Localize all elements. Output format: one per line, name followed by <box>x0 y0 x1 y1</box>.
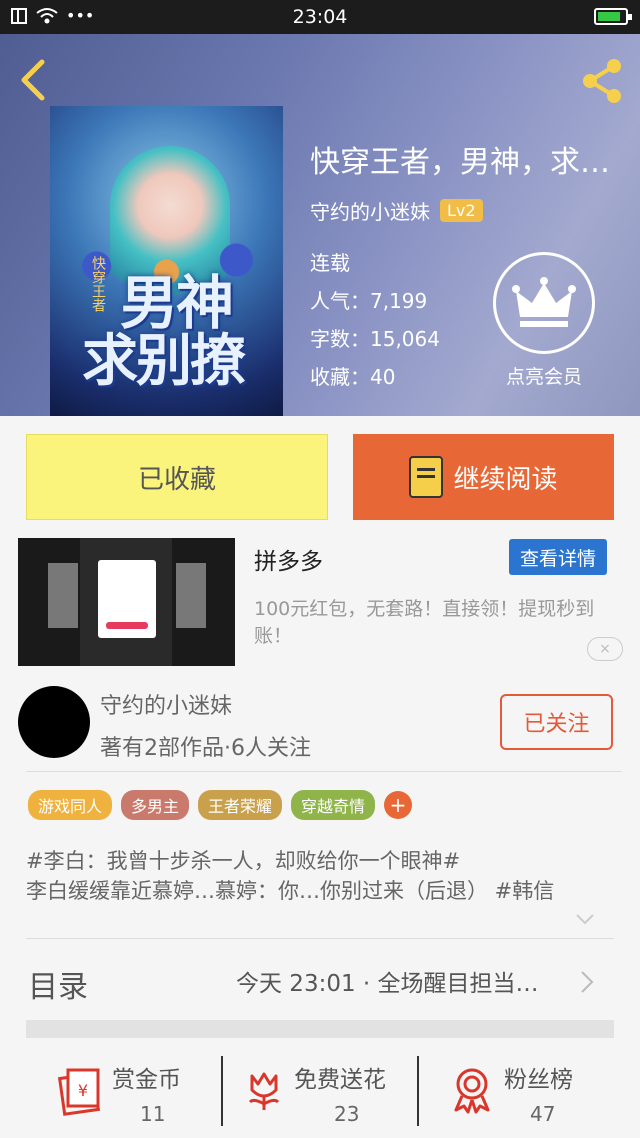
share-icon[interactable] <box>578 56 626 106</box>
action-buttons: 已收藏 继续阅读 <box>0 416 640 532</box>
ad-banner[interactable]: 拼多多 查看详情 100元红包，无套路！直接领！提现秒到账！ × <box>0 532 640 672</box>
author-stats: 著有2部作品·6人关注 <box>100 736 311 761</box>
ad-title: 拼多多 <box>254 549 323 575</box>
book-meta: 连载 人气：7,199 字数：15,064 收藏：40 <box>310 244 440 396</box>
red-envelope-icon: ¥ <box>58 1068 101 1116</box>
author-name[interactable]: 守约的小迷妹 <box>310 196 430 225</box>
follow-button[interactable]: 已关注 <box>500 694 613 750</box>
status-bar: ••• 23:04 <box>0 0 640 34</box>
tag-item[interactable]: 游戏同人 <box>28 790 113 820</box>
cover-badge: 快穿王者 <box>90 256 106 312</box>
author-card[interactable]: 守约的小迷妹 著有2部作品·6人关注 已关注 <box>0 672 640 772</box>
stat-value: 11 <box>140 1102 166 1126</box>
serial-status: 连载 <box>310 251 350 275</box>
divider <box>221 1056 223 1126</box>
latest-chapter: 今天 23:01 · 全场醒目担当… <box>236 971 539 997</box>
tag-list: 游戏同人 多男主 王者荣耀 穿越奇情 + <box>28 790 413 820</box>
battery-icon <box>594 8 632 25</box>
stat-label: 免费送花 <box>294 1067 386 1093</box>
stat-label: 赏金币 <box>112 1067 181 1093</box>
author-card-name: 守约的小迷妹 <box>100 694 233 719</box>
tag-item[interactable]: 王者荣耀 <box>198 790 283 820</box>
divider <box>417 1056 419 1126</box>
favorites-count: 收藏：40 <box>310 365 396 389</box>
stat-value: 47 <box>530 1102 556 1126</box>
bottom-stats-bar: ¥ 赏金币 11 免费送花 23 粉丝榜 47 <box>0 1038 640 1138</box>
continue-reading-button[interactable]: 继续阅读 <box>353 434 614 520</box>
ad-detail-button[interactable]: 查看详情 <box>509 539 607 575</box>
book-cover[interactable]: 快穿王者 男神 求别撩 <box>50 106 283 416</box>
popularity: 人气：7,199 <box>310 289 428 313</box>
book-header: 快穿王者 男神 求别撩 快穿王者，男神，求… 守约的小迷妹 Lv2 连载 人气：… <box>0 34 640 416</box>
vip-button[interactable]: 点亮会员 <box>493 252 595 389</box>
book-icon <box>409 456 444 498</box>
stat-value: 23 <box>334 1102 360 1126</box>
status-time: 23:04 <box>292 6 348 28</box>
table-of-contents-row[interactable]: 目录 今天 23:01 · 全场醒目担当… <box>0 940 640 1020</box>
divider <box>26 938 614 939</box>
toc-label: 目录 <box>28 970 88 1005</box>
book-title: 快穿王者，男神，求… <box>310 145 610 180</box>
ad-thumbnail[interactable] <box>18 538 235 666</box>
crown-icon <box>493 252 595 354</box>
svg-text:¥: ¥ <box>78 1081 88 1100</box>
chevron-right-icon <box>581 971 594 993</box>
word-count: 字数：15,064 <box>310 327 440 351</box>
add-tag-button[interactable]: + <box>384 791 413 819</box>
avatar[interactable] <box>18 686 90 758</box>
section-separator <box>26 1020 614 1038</box>
ad-close-button[interactable]: × <box>587 637 623 661</box>
book-description: #李白：我曾十步杀一人，却败给你一个眼神# 李白缓缓靠近慕婷…慕婷：你…你别过来… <box>26 846 614 906</box>
collected-button[interactable]: 已收藏 <box>26 434 328 520</box>
tag-item[interactable]: 穿越奇情 <box>291 790 376 820</box>
level-badge: Lv2 <box>440 199 483 222</box>
send-flowers-button[interactable]: 免费送花 23 <box>244 1052 414 1132</box>
reward-coins-button[interactable]: ¥ 赏金币 11 <box>58 1052 208 1132</box>
cover-title-line2: 求别撩 <box>82 328 246 394</box>
vip-label: 点亮会员 <box>505 366 582 388</box>
author-row[interactable]: 守约的小迷妹 Lv2 <box>310 196 483 225</box>
tag-item[interactable]: 多男主 <box>121 790 190 820</box>
continue-reading-label: 继续阅读 <box>453 464 558 495</box>
stat-label: 粉丝榜 <box>504 1067 573 1093</box>
medal-icon <box>454 1068 490 1114</box>
divider <box>26 771 622 772</box>
description-line: #李白：我曾十步杀一人，却败给你一个眼神# <box>26 849 461 873</box>
flower-icon <box>248 1072 280 1110</box>
chevron-down-icon[interactable] <box>574 908 596 930</box>
back-icon[interactable] <box>16 56 52 104</box>
ad-description: 100元红包，无套路！直接领！提现秒到账！ <box>254 598 595 647</box>
description-line: 李白缓缓靠近慕婷…慕婷：你…你别过来（后退） #韩信 <box>26 879 555 903</box>
fan-ranking-button[interactable]: 粉丝榜 47 <box>450 1052 600 1132</box>
